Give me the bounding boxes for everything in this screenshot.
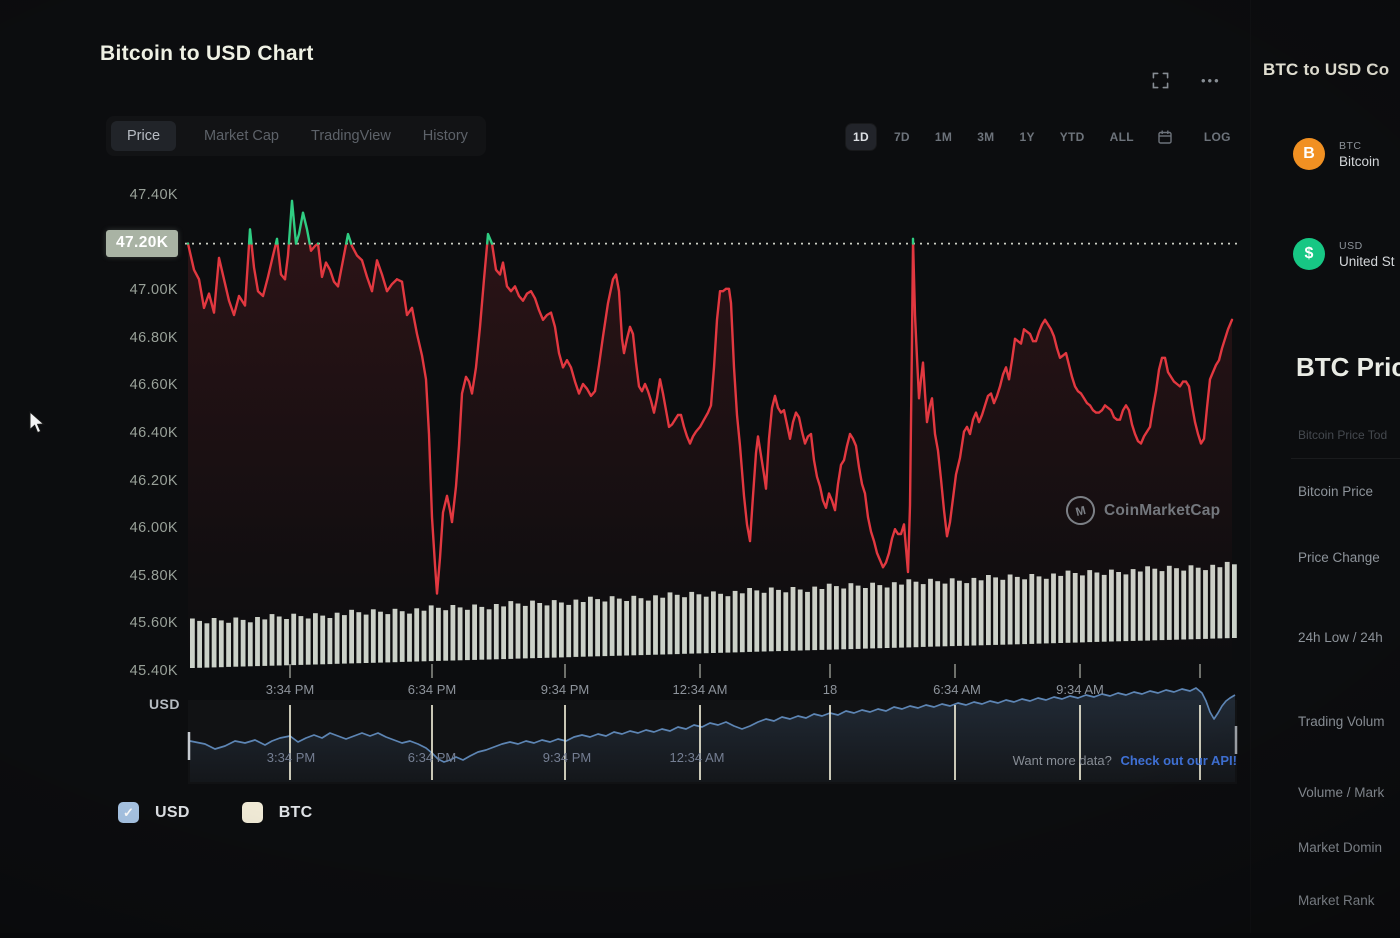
y-tick-label: 46.20K	[129, 472, 178, 489]
legend-toggle-usd[interactable]: ✓ USD	[118, 802, 190, 823]
mouse-cursor	[29, 411, 45, 434]
y-tick-label: 45.80K	[129, 567, 178, 584]
price-chart[interactable]: 47.40K 47.00K 46.80K 46.60K 46.40K 46.20K 46.0…	[0, 0, 1400, 933]
fullscreen-icon[interactable]	[1146, 68, 1175, 93]
api-promo: Want more data? Check out our API!	[1013, 753, 1237, 768]
y-tick-label: 46.00K	[129, 520, 178, 537]
y-tick-label: 46.80K	[129, 329, 178, 346]
api-link[interactable]: Check out our API!	[1120, 753, 1237, 768]
current-price-badge: 47.20K	[106, 229, 179, 257]
stat-row-24h-low-24h: 24h Low / 24h	[1298, 630, 1383, 645]
stat-row-volume-mark: Volume / Mark	[1298, 785, 1385, 800]
x-tick-label-navigator: 6:34 PM	[407, 750, 457, 765]
coin-name: United St	[1339, 253, 1395, 269]
y-axis-currency-label: USD	[148, 696, 180, 712]
api-promo-text: Want more data?	[1012, 753, 1112, 768]
watermark-text: CoinMarketCap	[1104, 501, 1221, 519]
checkbox-checked-icon[interactable]: ✓	[118, 802, 139, 823]
bitcoin-icon: B	[1293, 138, 1325, 170]
x-tick-label-navigator: 9:34 PM	[542, 750, 592, 765]
converter-title: BTC to USD Co	[1263, 60, 1390, 79]
x-tick-label-main: 18	[822, 682, 838, 697]
converter-coin-usd[interactable]: $ USD United St	[1293, 238, 1395, 270]
stat-row-market-domin: Market Domin	[1298, 840, 1383, 855]
coin-symbol: BTC	[1339, 139, 1362, 152]
sidebar: BTC to USD Co B BTC Bitcoin $ USD United St B…	[1250, 0, 1400, 933]
legend-label: USD	[155, 803, 190, 821]
x-tick-label-navigator: 12:34 AM	[669, 750, 725, 765]
stat-row-bitcoin-price: Bitcoin Price	[1298, 484, 1374, 499]
united-st-icon: $	[1293, 238, 1325, 270]
chart-canvas	[185, 199, 1238, 782]
divider	[1291, 458, 1400, 459]
converter-coin-btc[interactable]: B BTC Bitcoin	[1293, 138, 1380, 170]
y-tick-label: 46.40K	[129, 425, 178, 441]
x-tick-label-main: 3:34 PM	[265, 682, 315, 697]
price-statistics-title: BTC Pric	[1296, 352, 1400, 382]
x-tick-label-main: 12:34 AM	[672, 682, 728, 697]
coin-symbol: USD	[1339, 239, 1363, 252]
coinmarketcap-logo-icon: M	[1062, 492, 1099, 529]
chart-window-controls: •••	[1146, 68, 1221, 93]
y-tick-label: 46.60K	[129, 377, 178, 394]
y-tick-label: 45.60K	[129, 615, 178, 632]
coinmarketcap-watermark: M CoinMarketCap	[1062, 492, 1221, 529]
legend-toggle-btc[interactable]: BTC	[241, 802, 313, 823]
x-tick-label-navigator: 3:34 PM	[266, 750, 316, 765]
chart-legend: ✓ USD BTC	[118, 802, 312, 823]
y-tick-label: 47.40K	[129, 187, 178, 203]
stat-row-price-change: Price Change	[1298, 550, 1380, 565]
y-tick-label: 45.40K	[129, 663, 178, 679]
x-tick-label-main: 6:34 AM	[933, 682, 981, 697]
more-icon[interactable]: •••	[1201, 73, 1221, 88]
stat-row-market-rank: Market Rank	[1298, 893, 1375, 908]
stats-section-label: Bitcoin Price Tod	[1298, 428, 1388, 442]
coinmarketcap-chart-page: Bitcoin to USD Chart Price Market Cap Trad…	[0, 0, 1400, 933]
y-tick-label: 47.00K	[129, 282, 178, 299]
price-line-up-segments	[186, 199, 915, 245]
legend-label: BTC	[278, 803, 313, 821]
x-tick-label-main: 6:34 PM	[407, 682, 457, 697]
checkbox-unchecked-icon[interactable]	[241, 802, 263, 823]
stat-row-trading-volum: Trading Volum	[1298, 714, 1385, 729]
x-tick-label-main: 9:34 AM	[1056, 682, 1104, 697]
volume-bar	[1232, 564, 1237, 638]
coin-name: Bitcoin	[1339, 153, 1380, 169]
x-tick-label-main: 9:34 PM	[540, 682, 590, 697]
